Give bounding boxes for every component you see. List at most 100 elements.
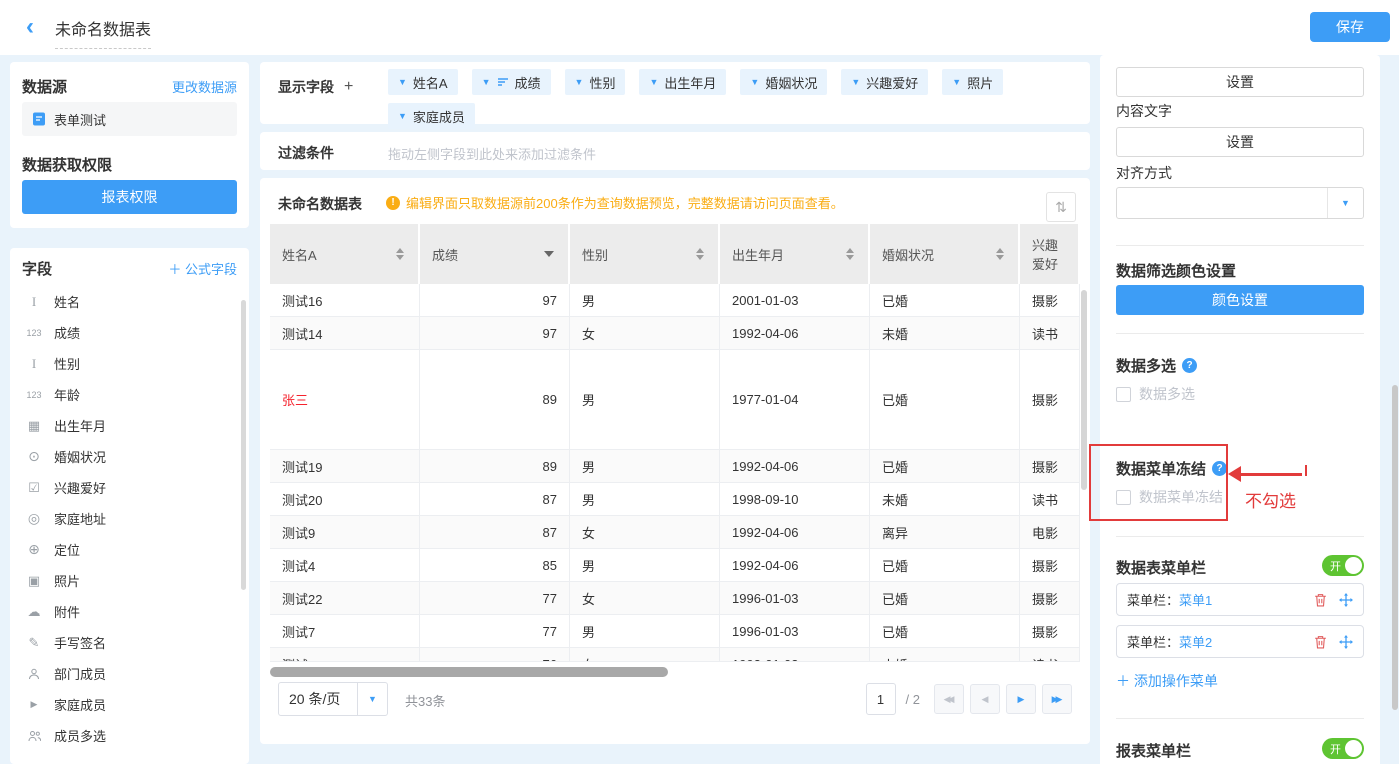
field-item-signature[interactable]: 手写签名 [10, 627, 249, 658]
target-icon [24, 541, 44, 558]
color-settings-button[interactable]: 颜色设置 [1116, 285, 1364, 315]
tag-family-member[interactable]: ▼家庭成员 [388, 103, 475, 129]
help-icon[interactable]: ? [1182, 358, 1197, 373]
data-table: 姓名A 成绩 性别 出生年月 婚姻状况 兴趣爱好 测试1697男2001-01-… [270, 224, 1080, 662]
table-horizontal-scrollbar[interactable] [270, 667, 668, 677]
chevron-down-icon: ▼ [357, 683, 387, 715]
divider [1116, 536, 1364, 537]
page-number-input[interactable]: 1 [866, 683, 896, 715]
tag-hobby[interactable]: ▼兴趣爱好 [841, 69, 928, 95]
table-row[interactable]: 测试777男1996-01-03已婚摄影 [270, 615, 1080, 648]
sort-arrows-icon[interactable] [396, 248, 404, 260]
field-item-family-member[interactable]: 家庭成员 [10, 689, 249, 720]
cloud-upload-icon [24, 604, 44, 620]
window-scrollbar[interactable] [1392, 385, 1398, 710]
field-item-hobby[interactable]: 兴趣爱好 [10, 472, 249, 503]
move-icon[interactable] [1339, 635, 1353, 649]
add-operation-menu-link[interactable]: ＋ 添加操作菜单 [1116, 671, 1218, 691]
sort-arrows-icon[interactable] [846, 248, 854, 260]
report-menu-heading: 报表菜单栏 [1116, 740, 1191, 761]
sort-toggle-button[interactable]: ⇅ [1046, 192, 1076, 222]
table-row[interactable]: 测试1697男2001-01-03已婚摄影 [270, 284, 1080, 317]
last-page-button[interactable]: ▶▶ [1042, 684, 1072, 714]
field-item-score[interactable]: 成绩 [10, 317, 249, 348]
column-header[interactable]: 出生年月 [720, 224, 870, 284]
menu-freeze-checkbox-row: 数据菜单冻结 [1116, 487, 1223, 507]
report-designer-page: ‹ 未命名数据表 保存 数据源 更改数据源 表单测试 数据获取权限 报表权限 字… [0, 0, 1399, 764]
warning-icon: ! [386, 196, 400, 210]
field-item-birth[interactable]: 出生年月 [10, 410, 249, 441]
field-item-member-multi[interactable]: 成员多选 [10, 720, 249, 751]
menu-name-link[interactable]: 菜单1 [1179, 590, 1212, 609]
add-formula-field-link[interactable]: ＋ 公式字段 [168, 259, 237, 278]
table-row[interactable]: 测试485男1992-04-06已婚摄影 [270, 549, 1080, 582]
fields-scrollbar[interactable] [241, 300, 246, 590]
sort-arrows-icon[interactable] [696, 248, 704, 260]
sort-arrows-icon[interactable] [996, 248, 1004, 260]
trash-icon[interactable] [1314, 593, 1327, 607]
report-menu-toggle[interactable]: 开 [1322, 738, 1364, 759]
field-item-gender[interactable]: 性别 [10, 348, 249, 379]
sort-desc-arrow-icon[interactable] [544, 251, 554, 257]
save-button[interactable]: 保存 [1310, 12, 1390, 42]
settings-button-top[interactable]: 设置 [1116, 67, 1364, 97]
menu-item-2[interactable]: 菜单栏： 菜单2 [1116, 625, 1364, 658]
tag-birth[interactable]: ▼出生年月 [639, 69, 726, 95]
tag-score[interactable]: ▼成绩 [472, 69, 551, 95]
image-icon [24, 573, 44, 589]
text-field-icon [24, 294, 44, 310]
help-icon[interactable]: ? [1212, 461, 1227, 476]
multi-select-checkbox[interactable] [1116, 387, 1131, 402]
add-display-field-button[interactable]: + [344, 78, 353, 96]
table-row[interactable]: 测试2087男1998-09-10未婚读书 [270, 483, 1080, 516]
tag-name[interactable]: ▼姓名A [388, 69, 458, 95]
tag-marital[interactable]: ▼婚姻状况 [740, 69, 827, 95]
align-select[interactable]: ▼ [1116, 187, 1364, 219]
table-row[interactable]: 张三89男1977-01-04已婚摄影 [270, 350, 1080, 450]
table-vertical-scrollbar[interactable] [1081, 290, 1087, 490]
tag-gender[interactable]: ▼性别 [565, 69, 626, 95]
table-row[interactable]: 测试987女1992-04-06离异电影 [270, 516, 1080, 549]
annotation-arrow-line [1240, 473, 1302, 476]
back-icon[interactable]: ‹ [26, 13, 34, 41]
table-row-clipped[interactable]: 测试1776女1993-01-03未婚读书 [270, 648, 1080, 662]
prev-page-button[interactable]: ◀ [970, 684, 1000, 714]
field-item-age[interactable]: 年龄 [10, 379, 249, 410]
table-row[interactable]: 测试1497女1992-04-06未婚读书 [270, 317, 1080, 350]
sort-desc-icon [497, 77, 509, 87]
first-page-button[interactable]: ◀◀ [934, 684, 964, 714]
change-datasource-link[interactable]: 更改数据源 [172, 77, 237, 96]
column-header[interactable]: 成绩 [420, 224, 570, 284]
tag-photo[interactable]: ▼照片 [942, 69, 1003, 95]
table-row[interactable]: 测试1989男1992-04-06已婚摄影 [270, 450, 1080, 483]
column-header[interactable]: 兴趣爱好 [1020, 224, 1080, 284]
field-item-name[interactable]: 姓名 [10, 286, 249, 317]
toggle-knob [1345, 557, 1362, 574]
column-header[interactable]: 婚姻状况 [870, 224, 1020, 284]
menu-freeze-checkbox[interactable] [1116, 490, 1131, 505]
table-menu-toggle[interactable]: 开 [1322, 555, 1364, 576]
column-header[interactable]: 姓名A [270, 224, 420, 284]
next-page-button[interactable]: ▶ [1006, 684, 1036, 714]
report-permission-button[interactable]: 报表权限 [22, 180, 237, 214]
move-icon[interactable] [1339, 593, 1353, 607]
table-warning-text: 编辑界面只取数据源前200条作为查询数据预览，完整数据请访问页面查看。 [406, 193, 844, 212]
field-item-photo[interactable]: 照片 [10, 565, 249, 596]
field-item-position[interactable]: 定位 [10, 534, 249, 565]
menu-name-link[interactable]: 菜单2 [1179, 632, 1212, 651]
trash-icon[interactable] [1314, 635, 1327, 649]
settings-panel: 设置 内容文字 设置 对齐方式 ▼ 数据筛选颜色设置 颜色设置 数据多选 ? 数… [1100, 55, 1380, 764]
field-item-attachment[interactable]: 附件 [10, 596, 249, 627]
column-header[interactable]: 性别 [570, 224, 720, 284]
datasource-item[interactable]: 表单测试 [22, 102, 237, 136]
filter-dropzone[interactable]: 拖动左侧字段到此处来添加过滤条件 [388, 144, 596, 163]
page-title[interactable]: 未命名数据表 [55, 16, 151, 49]
field-item-marital[interactable]: 婚姻状况 [10, 441, 249, 472]
page-size-select[interactable]: 20 条/页 ▼ [278, 682, 388, 716]
table-row[interactable]: 测试2277女1996-01-03已婚摄影 [270, 582, 1080, 615]
settings-button-content[interactable]: 设置 [1116, 127, 1364, 157]
field-item-dept-member[interactable]: 部门成员 [10, 658, 249, 689]
menu-item-1[interactable]: 菜单栏： 菜单1 [1116, 583, 1364, 616]
filter-label: 过滤条件 [278, 143, 334, 163]
field-item-address[interactable]: 家庭地址 [10, 503, 249, 534]
